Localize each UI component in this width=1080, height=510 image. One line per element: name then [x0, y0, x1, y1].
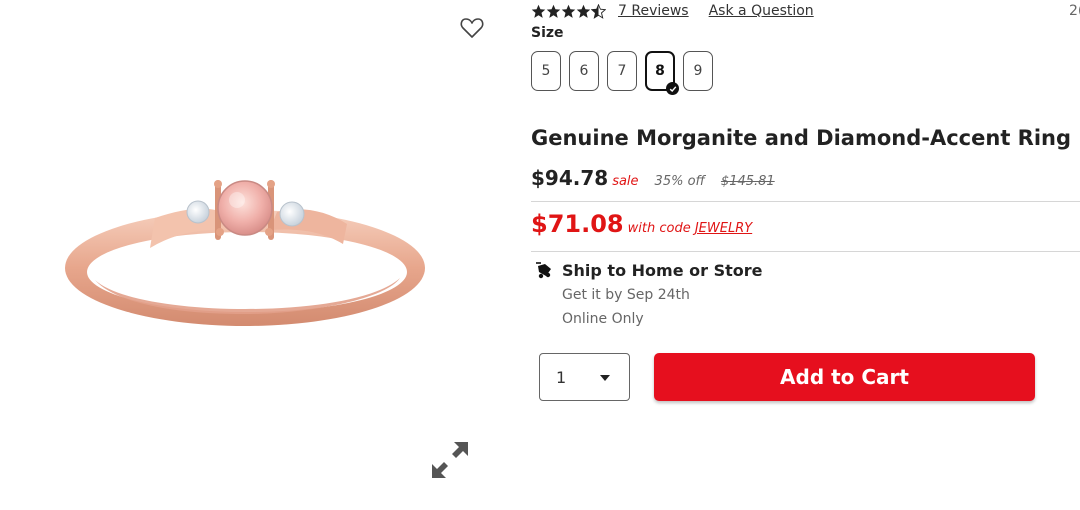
star-rating	[531, 3, 606, 19]
reviews-link[interactable]: 7 Reviews	[618, 3, 689, 19]
add-to-cart-button[interactable]: Add to Cart	[654, 353, 1035, 401]
divider	[531, 251, 1080, 252]
star-icon	[561, 4, 576, 18]
code-text: with code JEWELRY	[628, 221, 753, 236]
sale-label: sale	[612, 174, 639, 189]
promo-code-link[interactable]: JEWELRY	[695, 221, 752, 236]
size-label: Size	[531, 25, 564, 41]
discount-label: 35% off	[654, 174, 705, 189]
star-icon	[576, 4, 591, 18]
check-icon	[666, 82, 679, 95]
heart-icon[interactable]	[459, 15, 485, 41]
rating-row: 7 Reviews Ask a Question	[531, 2, 814, 20]
product-image-panel	[0, 0, 510, 510]
star-half-icon	[591, 3, 606, 19]
size-options: 5 6 7 8 9	[531, 51, 721, 95]
ask-question-link[interactable]: Ask a Question	[709, 3, 814, 19]
edge-text: 2(	[1069, 3, 1080, 19]
sale-price: $94.78	[531, 166, 609, 190]
shipping-availability: Online Only	[562, 311, 644, 327]
size-option-5[interactable]: 5	[531, 51, 561, 91]
code-prefix: with code	[627, 221, 691, 236]
product-image[interactable]	[55, 168, 435, 336]
shipping-title: Ship to Home or Store	[562, 261, 763, 280]
quantity-value: 1	[556, 368, 567, 387]
quantity-select[interactable]: 1	[539, 353, 630, 401]
shipping-date: Get it by Sep 24th	[562, 287, 690, 303]
size-option-9[interactable]: 9	[683, 51, 713, 91]
code-price-row: $71.08 with code JEWELRY	[531, 210, 752, 238]
size-option-7[interactable]: 7	[607, 51, 637, 91]
star-icon	[546, 4, 561, 18]
star-icon	[531, 4, 546, 18]
price-row: $94.78 sale 35% off $145.81	[531, 166, 775, 190]
truck-icon	[536, 262, 551, 279]
original-price: $145.81	[720, 174, 775, 189]
size-option-6[interactable]: 6	[569, 51, 599, 91]
caret-down-icon	[600, 375, 610, 381]
product-title: Genuine Morganite and Diamond-Accent Rin…	[531, 126, 1072, 150]
size-option-label: 8	[655, 63, 665, 79]
expand-arrows-icon[interactable]	[430, 440, 470, 480]
product-details: 7 Reviews Ask a Question 2( Size 5 6 7 8…	[531, 0, 1080, 510]
divider	[531, 201, 1080, 202]
size-option-8[interactable]: 8	[645, 51, 679, 95]
code-price: $71.08	[531, 210, 624, 238]
